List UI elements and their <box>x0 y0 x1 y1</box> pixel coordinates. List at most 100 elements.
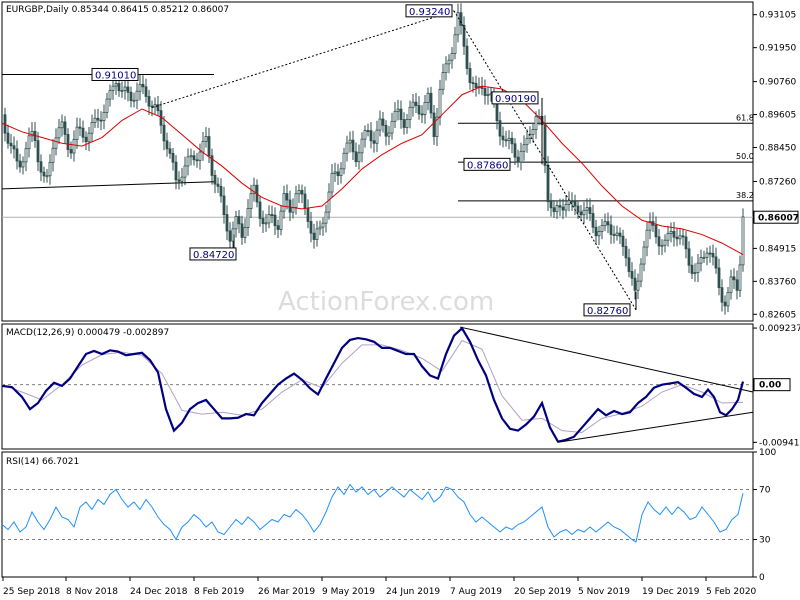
price-axis-label: 0.89605 <box>759 111 796 121</box>
candle-body <box>237 216 241 225</box>
candle-body <box>741 216 745 266</box>
candle-body <box>81 127 85 138</box>
candle-body <box>417 105 421 115</box>
time-axis-label: 20 Sep 2019 <box>514 587 571 597</box>
candle-body <box>549 201 553 209</box>
candle-body <box>99 119 103 122</box>
candle-body <box>624 246 628 259</box>
candle-body <box>39 161 43 173</box>
candle-body <box>282 193 286 212</box>
price-annotation-label: 0.84720 <box>193 250 234 261</box>
candle-body <box>558 205 562 208</box>
candle-body <box>585 207 589 211</box>
macd-axis-label: 0.00 <box>759 381 781 391</box>
candle-body <box>111 85 115 91</box>
candle-body <box>570 200 574 203</box>
candle-body <box>177 179 181 182</box>
candle-body <box>567 200 571 205</box>
candle-body <box>348 139 352 144</box>
candle-body <box>438 88 442 118</box>
price-annotation-label: 0.90190 <box>495 94 536 105</box>
fibonacci-level-label: 38.2 <box>736 191 754 200</box>
candle-body <box>579 211 583 216</box>
candle-body <box>24 148 28 163</box>
candle-body <box>657 236 661 247</box>
time-axis-label: 26 Mar 2019 <box>258 587 315 597</box>
candle-body <box>102 111 106 121</box>
candle-body <box>192 155 196 161</box>
rsi-axis-label: 0 <box>759 573 765 583</box>
rsi-axis-label: 30 <box>759 536 771 546</box>
candle-body <box>108 90 112 100</box>
candle-body <box>720 287 724 303</box>
candle-body <box>390 120 394 134</box>
candle-body <box>522 144 526 152</box>
candle-body <box>666 233 670 241</box>
candle-body <box>96 117 100 121</box>
candle-body <box>591 213 595 228</box>
candle-body <box>411 101 415 108</box>
candle-body <box>228 230 232 242</box>
candle-body <box>120 90 124 92</box>
candle-body <box>468 68 472 84</box>
candle-body <box>447 59 451 65</box>
candle-body <box>684 236 688 250</box>
candle-body <box>531 129 535 135</box>
candle-body <box>345 142 349 154</box>
candle-body <box>309 221 313 234</box>
macd-axis-label: -0.009413 <box>759 438 800 448</box>
candle-body <box>195 159 199 162</box>
candle-body <box>366 130 370 132</box>
time-axis-label: 25 Sep 2018 <box>3 587 60 597</box>
candle-body <box>51 147 55 163</box>
candle-body <box>534 116 538 130</box>
candle-body <box>378 118 382 131</box>
candle-body <box>171 152 175 163</box>
candle-body <box>576 205 580 213</box>
candle-body <box>681 235 685 238</box>
candle-body <box>72 139 76 154</box>
candle-body <box>555 205 559 213</box>
time-axis: 25 Sep 2018 8 Nov 2018 24 Dec 2018 8 Feb 20… <box>2 577 757 597</box>
candle-body <box>246 208 250 228</box>
candle-body <box>249 193 253 209</box>
time-axis-label: 9 May 2019 <box>322 587 375 597</box>
candle-body <box>396 108 400 112</box>
candle-body <box>414 101 418 106</box>
candle-body <box>375 129 379 144</box>
candle-body <box>138 83 142 92</box>
candle-body <box>273 214 277 227</box>
candle-body <box>147 96 151 107</box>
candle-body <box>609 224 613 235</box>
current-price-label: 0.86007 <box>758 214 799 224</box>
rsi-panel <box>1 451 754 578</box>
candle-body <box>114 83 118 87</box>
candle-body <box>645 229 649 248</box>
candle-body <box>288 199 292 213</box>
candle-body <box>621 235 625 247</box>
candle-body <box>93 117 97 123</box>
candle-body <box>117 83 121 92</box>
candle-body <box>315 228 319 240</box>
macd-panel <box>1 323 754 450</box>
candle-body <box>213 175 217 185</box>
candle-body <box>498 120 502 137</box>
candle-body <box>615 232 619 236</box>
candle-body <box>735 279 739 291</box>
candle-body <box>9 142 13 147</box>
macd-panel-header: MACD(12,26,9) 0.000479 -0.002897 <box>6 328 169 338</box>
price-annotation-label: 0.91010 <box>95 70 136 81</box>
candle-body <box>18 160 22 168</box>
candle-body <box>459 12 463 26</box>
candle-body <box>441 72 445 90</box>
candle-body <box>129 91 133 102</box>
candle-body <box>261 218 265 225</box>
candle-body <box>675 236 679 240</box>
candle-body <box>444 63 448 73</box>
candle-body <box>336 171 340 177</box>
candle-body <box>6 132 10 144</box>
candle-body <box>168 148 172 154</box>
candle-body <box>381 118 385 126</box>
fibonacci-level-label: 61.8 <box>736 113 754 122</box>
candle-body <box>201 140 205 153</box>
